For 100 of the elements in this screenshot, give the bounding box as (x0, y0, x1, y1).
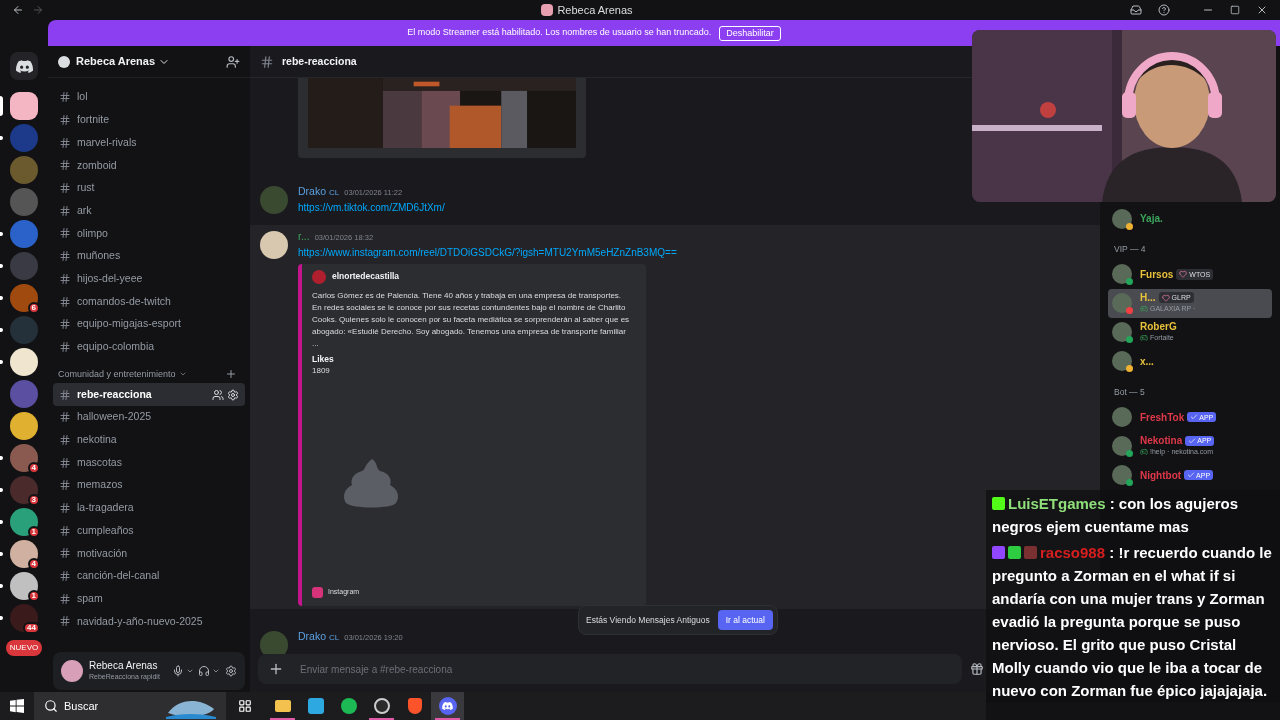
channel-item[interactable]: halloween-2025 (53, 405, 245, 429)
channel-item[interactable]: rust (53, 176, 245, 200)
member-name: Nekotina (1140, 435, 1183, 446)
member-avatar (1112, 293, 1132, 314)
microphone-icon[interactable] (172, 665, 184, 677)
channel-item[interactable]: zomboid (53, 154, 245, 177)
back-icon[interactable] (12, 4, 24, 16)
hash-icon (59, 114, 71, 127)
search-placeholder: Buscar (64, 698, 99, 714)
settings-icon[interactable] (227, 388, 239, 401)
maximize-icon[interactable] (1230, 5, 1240, 15)
server-icon (58, 55, 70, 68)
category-label[interactable]: Comunidad y entretenimiento (58, 367, 176, 381)
server-icon[interactable] (10, 92, 38, 120)
new-pill[interactable]: NUEVO (5, 640, 43, 656)
user-avatar[interactable] (61, 660, 83, 682)
user-avatar[interactable] (260, 230, 288, 259)
channel-item[interactable]: olimpo (53, 222, 245, 245)
hash-icon (59, 592, 71, 605)
message-link[interactable]: https://vm.tiktok.com/ZMD6JtXm/ (298, 199, 445, 215)
inbox-icon[interactable] (1130, 4, 1142, 16)
disable-button[interactable]: Deshabilitar (719, 25, 781, 41)
channel-item[interactable]: spam (53, 587, 245, 611)
server-icon[interactable] (10, 540, 38, 568)
jump-button[interactable]: Ir al actual (717, 610, 773, 630)
taskbar-app[interactable] (431, 692, 464, 720)
chat-badge-icon (1008, 546, 1021, 559)
channel-item[interactable]: comandos-de-twitch (53, 290, 245, 313)
member-group-header: Bot — 5 (1113, 385, 1146, 399)
running-indicator (435, 718, 460, 720)
close-icon[interactable] (1256, 4, 1268, 16)
windows-icon[interactable] (10, 699, 24, 713)
help-icon[interactable] (1158, 4, 1170, 16)
channel-item[interactable]: equipo-colombia (53, 335, 245, 359)
channel-item[interactable]: lol (53, 86, 245, 109)
task-view-icon[interactable] (238, 699, 252, 713)
search-field[interactable]: Buscar (34, 692, 226, 720)
member-avatar (1112, 208, 1132, 229)
channel-item[interactable]: equipo-migajas-esport (53, 312, 245, 336)
member-avatar (1112, 264, 1132, 285)
channel-item[interactable]: fortnite (53, 108, 245, 132)
provider-logo-icon (312, 269, 326, 284)
hash-icon (59, 272, 71, 285)
channel-item[interactable]: hijos-del-yeee (53, 267, 245, 291)
hash-icon (59, 479, 71, 492)
selected-indicator (0, 96, 3, 116)
channel-item[interactable]: navidad-y-año-nuevo-2025 (53, 610, 245, 633)
channel-item[interactable]: muñones (53, 244, 245, 268)
hash-icon (59, 456, 71, 469)
invite-icon[interactable] (226, 54, 240, 69)
server-header[interactable]: Rebeca Arenas (48, 46, 250, 78)
channel-item[interactable]: cumpleaños (53, 519, 245, 543)
member-name: RoberG (1140, 321, 1177, 333)
attach-icon[interactable] (268, 661, 284, 677)
server-icon[interactable] (10, 348, 38, 376)
chat-message: LuisETgames : con los agujeros negros ejem cuentame mas (992, 494, 1240, 537)
channel-item[interactable]: memazos (53, 474, 245, 497)
message-input[interactable]: Enviar mensaje a #rebe-reacciona (300, 661, 952, 677)
message-link[interactable]: https://www.instagram.com/reel/DTDOiGSDCkG/?igsh=MTU2YmM5eHZnZnB3MQ== (298, 244, 677, 260)
channel-item[interactable]: mascotas (53, 451, 245, 474)
home-button[interactable] (10, 52, 38, 80)
channel-item[interactable]: nekotina (53, 428, 245, 452)
check-icon (1188, 436, 1197, 445)
chevron-down-icon[interactable] (212, 667, 220, 675)
member-item[interactable]: Yaja. (1108, 204, 1272, 233)
hash-icon (59, 502, 71, 515)
settings-icon[interactable] (225, 665, 237, 677)
hash-icon (59, 91, 71, 104)
composer-field[interactable]: Enviar mensaje a #rebe-reacciona (258, 654, 962, 684)
author-name[interactable]: Drako (298, 184, 326, 200)
running-indicator (369, 718, 394, 720)
channel-item[interactable]: ark (53, 199, 245, 223)
channel-item[interactable]: motivación (53, 542, 245, 565)
author-name[interactable]: r... (298, 228, 310, 245)
chevron-down-icon[interactable] (186, 667, 194, 675)
author-tag: CL (329, 187, 340, 199)
field-value: 1809 (312, 365, 331, 378)
server-icon[interactable] (10, 412, 38, 440)
image-embed[interactable] (298, 78, 586, 158)
server-icon[interactable] (10, 284, 38, 312)
server-icon[interactable] (10, 572, 38, 600)
server-icon[interactable] (10, 604, 38, 632)
add-channel-icon[interactable] (225, 368, 237, 381)
channel-item[interactable]: rebe-reacciona (53, 383, 245, 406)
embed-provider[interactable]: elnortedecastilla (332, 270, 400, 283)
members-icon[interactable] (212, 388, 224, 401)
channel-item[interactable]: canción-del-canal (53, 564, 245, 588)
member-group-header: VIP — 4 (1113, 243, 1147, 256)
server-icon[interactable] (10, 508, 38, 536)
author-name[interactable]: Drako (298, 628, 326, 645)
chat-badge-icon (992, 497, 1005, 510)
channel-item[interactable]: la-tragadera (53, 496, 245, 520)
member-item[interactable]: x... (1108, 346, 1272, 376)
channel-title: rebe-reacciona (282, 53, 357, 69)
channel-item[interactable]: marvel-rivals (53, 131, 245, 155)
gift-icon[interactable] (970, 662, 984, 676)
hash-icon (59, 159, 71, 172)
mention-badge: 44 (23, 622, 40, 634)
hash-icon (59, 411, 71, 424)
headphones-icon[interactable] (198, 665, 210, 677)
